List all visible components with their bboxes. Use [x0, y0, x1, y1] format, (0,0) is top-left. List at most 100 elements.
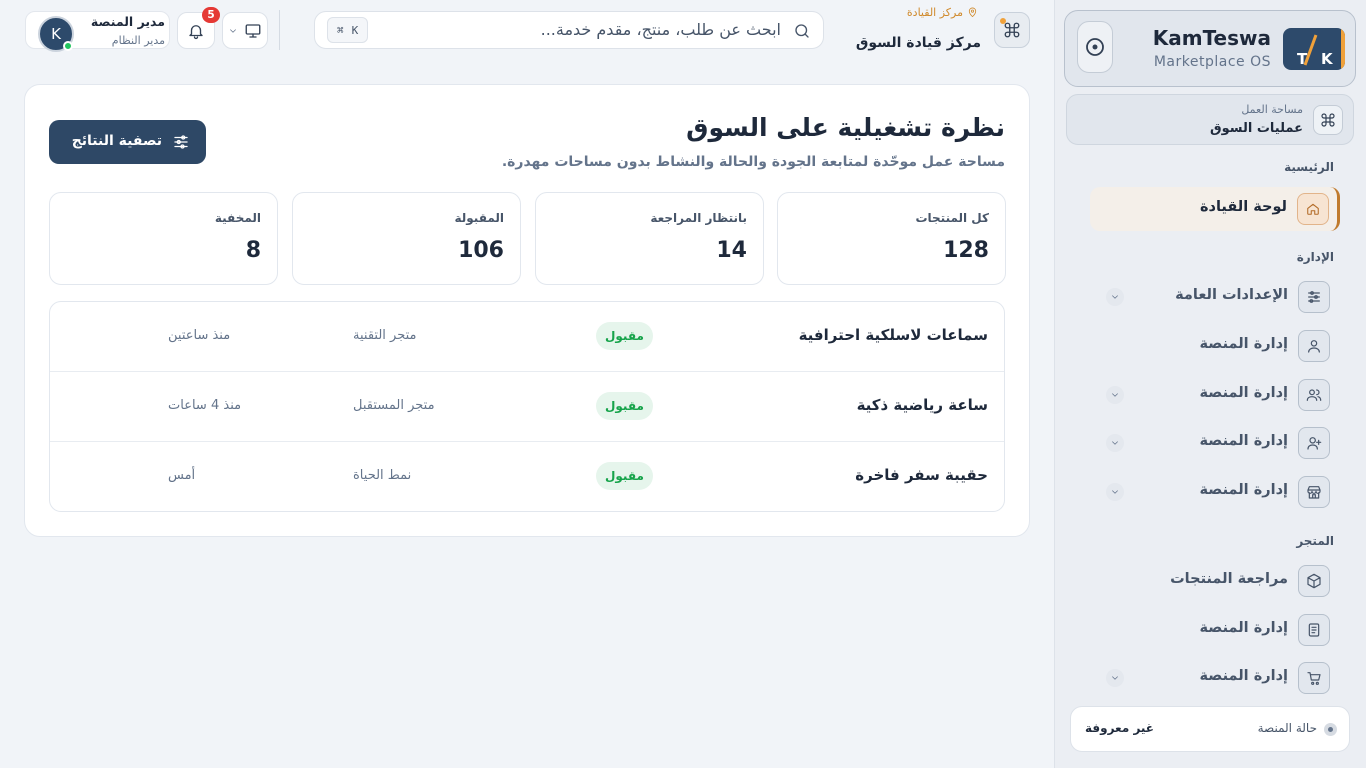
user-menu[interactable]: K مدير المنصة مدير النظام: [25, 11, 170, 52]
status-dot-icon: [1324, 723, 1337, 736]
stat-card-pending-review: بانتظار المراجعة 14: [535, 192, 764, 285]
stat-value: 128: [943, 238, 989, 263]
online-status-dot: [63, 41, 73, 51]
search-input[interactable]: ابحث عن طلب، منتج، مقدم خدمة...: [541, 20, 781, 39]
sidebar-item-platform-6[interactable]: إدارة المنصة: [1098, 656, 1338, 700]
sliders-icon: [1298, 281, 1330, 313]
sidebar-item-general-settings[interactable]: الإعدادات العامة: [1098, 275, 1338, 319]
store-name: متجر التقنية: [353, 328, 417, 343]
display-mode-button[interactable]: [222, 12, 268, 49]
sidebar-item-platform-1[interactable]: إدارة المنصة: [1098, 324, 1338, 368]
filter-results-label: تصفية النتائج: [71, 133, 162, 149]
box-icon: [1298, 565, 1330, 597]
sidebar-item-platform-5[interactable]: إدارة المنصة: [1098, 608, 1338, 652]
breadcrumb: مركز القيادة: [907, 6, 978, 19]
search-icon: [793, 22, 811, 40]
command-palette-button[interactable]: [994, 12, 1030, 48]
sidebar-item-label: لوحة القيادة: [1199, 199, 1287, 215]
user-name: مدير المنصة: [90, 14, 165, 29]
chevron-down-icon[interactable]: [1106, 434, 1124, 452]
avatar: K: [38, 16, 74, 52]
bell-icon: [189, 24, 203, 39]
brand-subtitle: Marketplace OS: [1153, 54, 1271, 70]
header-title: مركز قيادة السوق: [855, 35, 981, 51]
sidebar-item-label: مراجعة المنتجات: [1170, 571, 1288, 587]
header-divider: [279, 10, 280, 50]
stat-label: المخفية: [214, 211, 261, 225]
product-name: سماعات لاسلكية احترافية: [798, 326, 988, 344]
sidebar-item-label: إدارة المنصة: [1199, 668, 1288, 684]
stat-card-hidden: المخفية 8: [49, 192, 278, 285]
brand-card: T K KamTeswa Marketplace OS: [1064, 10, 1356, 87]
table-row[interactable]: حقيبة سفر فاخرة مقبول نمط الحياة أمس: [50, 442, 1004, 511]
workspace-label: مساحة العمل: [1241, 103, 1303, 116]
platform-status: حالة المنصة غير معروفة: [1070, 706, 1350, 752]
stat-label: بانتظار المراجعة: [650, 211, 747, 225]
document-icon: [1298, 614, 1330, 646]
user-icon: [1298, 330, 1330, 362]
products-table: سماعات لاسلكية احترافية مقبول متجر التقن…: [49, 301, 1005, 512]
sidebar-item-label: إدارة المنصة: [1199, 385, 1288, 401]
chevron-down-icon[interactable]: [1106, 288, 1124, 306]
product-name: ساعة رياضية ذكية: [856, 396, 988, 414]
sidebar-item-label: إدارة المنصة: [1199, 482, 1288, 498]
table-row[interactable]: سماعات لاسلكية احترافية مقبول متجر التقن…: [50, 302, 1004, 372]
user-role: مدير النظام: [111, 34, 165, 47]
stat-label: المقبولة: [454, 211, 504, 225]
filter-sliders-icon: [172, 133, 190, 151]
search-bar[interactable]: ابحث عن طلب، منتج، مقدم خدمة... ⌘ K: [314, 11, 824, 49]
target-icon: [1086, 38, 1104, 56]
section-store: المتجر: [1296, 534, 1334, 548]
chevron-down-icon: [230, 29, 236, 33]
cart-icon: [1298, 662, 1330, 694]
timestamp: منذ 4 ساعات: [168, 398, 242, 413]
sidebar-item-label: الإعدادات العامة: [1175, 287, 1288, 303]
overview-card: نظرة تشغيلية على السوق مساحة عمل موحّدة …: [24, 84, 1030, 537]
page-title: نظرة تشغيلية على السوق: [686, 113, 1005, 142]
search-shortcut: ⌘ K: [327, 17, 369, 43]
command-icon: [1313, 105, 1343, 135]
page-subtitle: مساحة عمل موحّدة لمتابعة الجودة والحالة …: [501, 154, 1005, 170]
sidebar-item-dashboard[interactable]: لوحة القيادة: [1090, 187, 1340, 231]
sidebar-item-platform-4[interactable]: إدارة المنصة: [1098, 470, 1338, 514]
sidebar-item-label: إدارة المنصة: [1199, 433, 1288, 449]
stat-value: 106: [458, 238, 504, 263]
notifications-button[interactable]: 5: [177, 7, 220, 49]
stat-card-all-products: كل المنتجات 128: [777, 192, 1006, 285]
status-label: حالة المنصة: [1257, 721, 1317, 735]
sidebar-item-label: إدارة المنصة: [1199, 336, 1288, 352]
chevron-down-icon[interactable]: [1106, 483, 1124, 501]
sidebar-item-product-review[interactable]: مراجعة المنتجات: [1098, 559, 1338, 603]
location-pin-icon: [968, 7, 977, 18]
user-plus-icon: [1298, 427, 1330, 459]
brand-name: KamTeswa: [1152, 26, 1271, 50]
breadcrumb-label: مركز القيادة: [906, 6, 963, 19]
workspace-value: عمليات السوق: [1209, 121, 1303, 136]
sidebar-item-platform-3[interactable]: إدارة المنصة: [1098, 421, 1338, 465]
home-icon: [1297, 193, 1329, 225]
monitor-icon: [245, 24, 261, 38]
stat-card-accepted: المقبولة 106: [292, 192, 521, 285]
sidebar: T K KamTeswa Marketplace OS مساحة العمل …: [1054, 0, 1366, 768]
store-name: نمط الحياة: [353, 468, 412, 483]
status-badge: مقبول: [596, 462, 653, 490]
stat-value: 14: [716, 238, 747, 263]
store-icon: [1298, 476, 1330, 508]
stat-value: 8: [245, 238, 261, 263]
collapse-sidebar-button[interactable]: [1077, 21, 1113, 73]
section-main: الرئيسية: [1284, 160, 1334, 174]
status-badge: مقبول: [596, 322, 653, 350]
timestamp: أمس: [168, 468, 196, 483]
sidebar-item-platform-2[interactable]: إدارة المنصة: [1098, 373, 1338, 417]
product-name: حقيبة سفر فاخرة: [855, 466, 988, 484]
stat-label: كل المنتجات: [915, 211, 989, 225]
table-row[interactable]: ساعة رياضية ذكية مقبول متجر المستقبل منذ…: [50, 372, 1004, 442]
workspace-switcher[interactable]: مساحة العمل عمليات السوق: [1066, 94, 1354, 145]
chevron-down-icon[interactable]: [1106, 386, 1124, 404]
chevron-down-icon[interactable]: [1106, 669, 1124, 687]
timestamp: منذ ساعتين: [168, 328, 231, 343]
section-admin: الإدارة: [1296, 250, 1334, 264]
sidebar-item-label: إدارة المنصة: [1199, 620, 1288, 636]
filter-results-button[interactable]: تصفية النتائج: [49, 120, 206, 164]
users-icon: [1298, 379, 1330, 411]
